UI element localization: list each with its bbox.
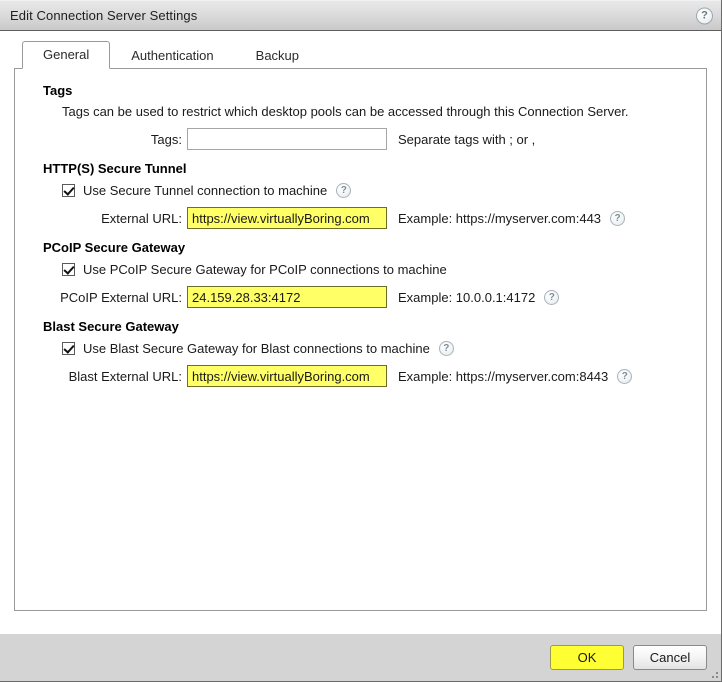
secure-tunnel-help-icon[interactable]: ?: [336, 183, 351, 198]
external-url-example: Example: https://myserver.com:443: [398, 211, 601, 226]
general-tab-panel: Tags Tags can be used to restrict which …: [14, 68, 707, 611]
pcoip-url-field-row: PCoIP External URL: Example: 10.0.0.1:41…: [31, 286, 690, 308]
secure-tunnel-checkbox-label: Use Secure Tunnel connection to machine: [83, 183, 327, 198]
blast-url-help-button[interactable]: ?: [617, 369, 632, 384]
footer-spacer: [0, 611, 721, 633]
blast-url-field-row: Blast External URL: Example: https://mys…: [31, 365, 690, 387]
dialog-footer: OK Cancel: [0, 633, 721, 681]
tab-backup-label: Backup: [256, 48, 299, 63]
secure-tunnel-checkbox-row[interactable]: Use Secure Tunnel connection to machine …: [62, 182, 690, 198]
pcoip-checkbox-row[interactable]: Use PCoIP Secure Gateway for PCoIP conne…: [62, 261, 690, 277]
section-secure-tunnel-title: HTTP(S) Secure Tunnel: [43, 161, 690, 176]
tab-backup[interactable]: Backup: [235, 42, 320, 69]
pcoip-url-example: Example: 10.0.0.1:4172: [398, 290, 535, 305]
resize-grip[interactable]: [706, 666, 718, 678]
cancel-button[interactable]: Cancel: [633, 645, 707, 670]
external-url-help-icon: ?: [610, 211, 625, 226]
external-url-input[interactable]: [187, 207, 387, 229]
tab-strip: General Authentication Backup: [14, 42, 707, 69]
blast-checkbox-label: Use Blast Secure Gateway for Blast conne…: [83, 341, 430, 356]
blast-url-input[interactable]: [187, 365, 387, 387]
blast-url-example: Example: https://myserver.com:8443: [398, 369, 608, 384]
external-url-field-row: External URL: Example: https://myserver.…: [31, 207, 690, 229]
secure-tunnel-checkbox[interactable]: [62, 184, 75, 197]
tab-general[interactable]: General: [22, 41, 110, 69]
window-title: Edit Connection Server Settings: [10, 8, 197, 23]
tab-authentication[interactable]: Authentication: [110, 42, 234, 69]
external-url-help-button[interactable]: ?: [610, 211, 625, 226]
section-pcoip-gateway-title: PCoIP Secure Gateway: [43, 240, 690, 255]
ok-button[interactable]: OK: [550, 645, 624, 670]
section-pcoip-gateway: PCoIP Secure Gateway Use PCoIP Secure Ga…: [31, 240, 690, 308]
section-secure-tunnel: HTTP(S) Secure Tunnel Use Secure Tunnel …: [31, 161, 690, 229]
tab-general-label: General: [43, 47, 89, 62]
blast-checkbox-row[interactable]: Use Blast Secure Gateway for Blast conne…: [62, 340, 690, 356]
external-url-label: External URL:: [31, 211, 187, 226]
tags-label: Tags:: [31, 132, 187, 147]
tags-field-row: Tags: Separate tags with ; or ,: [31, 128, 690, 150]
title-bar: Edit Connection Server Settings ?: [0, 0, 721, 31]
tags-input[interactable]: [187, 128, 387, 150]
pcoip-url-input[interactable]: [187, 286, 387, 308]
title-help-button[interactable]: ?: [696, 7, 713, 24]
pcoip-url-help-icon: ?: [544, 290, 559, 305]
pcoip-url-label: PCoIP External URL:: [31, 290, 187, 305]
dialog-body: General Authentication Backup Tags Tags …: [0, 31, 721, 611]
blast-url-help-icon: ?: [617, 369, 632, 384]
section-tags-description: Tags can be used to restrict which deskt…: [62, 104, 690, 119]
pcoip-checkbox-label: Use PCoIP Secure Gateway for PCoIP conne…: [83, 262, 447, 277]
section-blast-gateway: Blast Secure Gateway Use Blast Secure Ga…: [31, 319, 690, 387]
tags-hint: Separate tags with ; or ,: [398, 132, 535, 147]
blast-url-label: Blast External URL:: [31, 369, 187, 384]
pcoip-url-help-button[interactable]: ?: [544, 290, 559, 305]
help-icon: ?: [696, 7, 713, 24]
section-tags-title: Tags: [43, 83, 690, 98]
pcoip-checkbox[interactable]: [62, 263, 75, 276]
blast-checkbox[interactable]: [62, 342, 75, 355]
dialog-window: Edit Connection Server Settings ? Genera…: [0, 0, 722, 682]
blast-help-icon[interactable]: ?: [439, 341, 454, 356]
section-blast-gateway-title: Blast Secure Gateway: [43, 319, 690, 334]
section-tags: Tags Tags can be used to restrict which …: [31, 83, 690, 150]
tab-authentication-label: Authentication: [131, 48, 213, 63]
